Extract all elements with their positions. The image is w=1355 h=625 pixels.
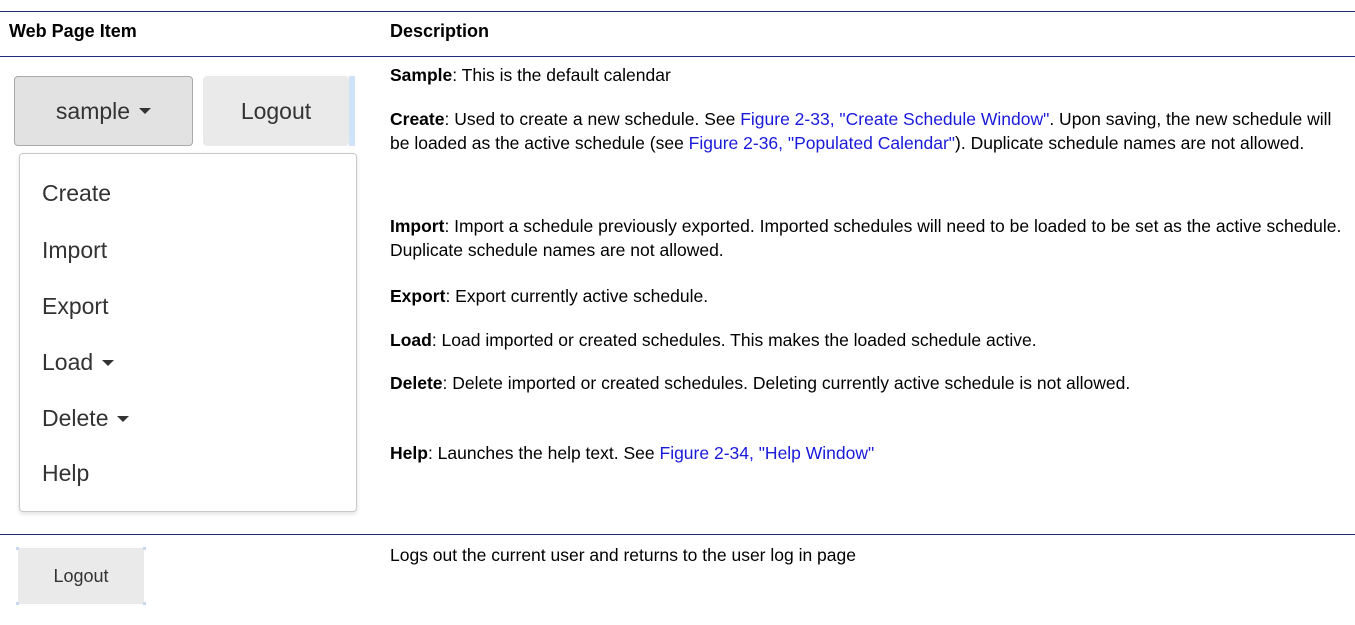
small-logout-label: Logout — [53, 565, 109, 586]
menu-item-help-label: Help — [42, 460, 90, 486]
desc-create: Create: Used to create a new schedule. S… — [390, 107, 1350, 155]
logout-button-label: Logout — [240, 97, 312, 124]
text-logout: Logs out the current user and returns to… — [390, 545, 856, 565]
text-help: : Launches the help text. See — [427, 443, 660, 463]
menu-item-delete-label: Delete — [42, 405, 109, 431]
menu-item-load[interactable]: Load — [42, 349, 115, 376]
desc-export: Export: Export currently active schedule… — [390, 284, 1350, 308]
menu-item-load-label: Load — [42, 349, 94, 375]
sample-dropdown-button[interactable]: sample — [14, 76, 193, 146]
logout-button[interactable]: Logout — [203, 76, 355, 146]
desc-delete: Delete: Delete imported or created sched… — [390, 371, 1350, 395]
corner-mark — [143, 602, 146, 605]
menu-item-help[interactable]: Help — [42, 460, 89, 487]
term-create: Create — [390, 109, 445, 129]
corner-mark — [16, 602, 19, 605]
text-export: : Export currently active schedule. — [445, 286, 709, 306]
link-create-schedule-window[interactable]: Figure 2-33, "Create Schedule Window" — [740, 109, 1049, 129]
desc-load: Load: Load imported or created schedules… — [390, 328, 1350, 352]
desc-import: Import: Import a schedule previously exp… — [390, 214, 1350, 262]
term-load: Load — [390, 330, 432, 350]
text-sample: : This is the default calendar — [452, 65, 671, 85]
calendar-dropdown-menu: Create Import Export Load Delete Help — [19, 153, 357, 512]
term-delete: Delete — [390, 373, 443, 393]
corner-mark — [143, 547, 146, 550]
desc-help: Help: Launches the help text. See Figure… — [390, 441, 1350, 465]
menu-item-create-label: Create — [42, 180, 112, 206]
small-logout-button[interactable]: Logout — [16, 547, 146, 605]
corner-mark — [16, 547, 19, 550]
caret-down-icon — [102, 359, 115, 366]
term-export: Export — [390, 286, 446, 306]
table-top-rule — [0, 11, 1355, 12]
desc-sample: Sample: This is the default calendar — [390, 63, 1350, 87]
caret-down-icon — [139, 108, 152, 114]
column-header-description: Description — [390, 21, 490, 41]
term-import: Import — [390, 216, 445, 236]
caret-down-icon — [117, 415, 130, 422]
menu-item-import-label: Import — [42, 237, 108, 263]
sample-button-label: sample — [55, 97, 131, 124]
menu-item-import[interactable]: Import — [42, 237, 107, 264]
text-import: : Import a schedule previously exported.… — [390, 216, 1342, 260]
header-bottom-rule — [0, 56, 1355, 57]
desc-logout: Logs out the current user and returns to… — [390, 543, 1350, 567]
text-delete: : Delete imported or created schedules. … — [442, 373, 1131, 393]
text-load: : Load imported or created schedules. Th… — [431, 330, 1037, 350]
term-help: Help — [390, 443, 428, 463]
column-header-web-page-item: Web Page Item — [9, 21, 137, 41]
link-populated-calendar[interactable]: Figure 2-36, "Populated Calendar" — [689, 133, 955, 153]
logout-button-edge — [349, 76, 355, 146]
menu-item-export-label: Export — [42, 293, 109, 319]
link-help-window[interactable]: Figure 2-34, "Help Window" — [660, 443, 875, 463]
term-sample: Sample — [390, 65, 453, 85]
menu-item-create[interactable]: Create — [42, 180, 111, 207]
menu-item-export[interactable]: Export — [42, 293, 108, 320]
text-create-1: : Used to create a new schedule. See — [444, 109, 741, 129]
menu-item-delete[interactable]: Delete — [42, 405, 130, 432]
text-create-3: ). Duplicate schedule names are not allo… — [955, 133, 1305, 153]
row-divider-rule — [0, 534, 1355, 535]
